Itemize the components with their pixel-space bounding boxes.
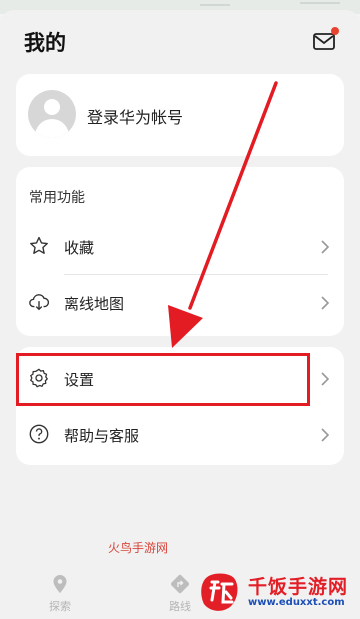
common-functions-card: 常用功能 收藏 离线地图 [16, 167, 344, 336]
offline-map-label: 离线地图 [64, 295, 125, 313]
star-icon [30, 236, 48, 254]
avatar [28, 90, 76, 138]
login-huawei-account[interactable]: 登录华为帐号 [87, 104, 183, 128]
divider [64, 274, 328, 275]
help-service-label: 帮助与客服 [64, 427, 140, 445]
section-title: 常用功能 [29, 190, 85, 206]
chevron-right-icon [321, 372, 330, 386]
help-service-item[interactable]: 帮助与客服 [16, 409, 344, 461]
chevron-right-icon [321, 240, 330, 254]
brand-logo-icon [201, 573, 238, 611]
brand-name: 千饭手游网 [248, 576, 349, 598]
brand-watermark: 千饭手游网 www.eduxxt.com [198, 566, 360, 619]
messages-button[interactable] [312, 27, 339, 52]
offline-map-item[interactable]: 离线地图 [16, 277, 344, 329]
cloud-download-icon [29, 294, 50, 311]
watermark-text: 火鸟手游网 [108, 541, 169, 555]
page-title: 我的 [24, 31, 66, 55]
chevron-right-icon [321, 296, 330, 310]
notification-dot [331, 27, 339, 35]
tab-explore[interactable]: 探索 [30, 568, 90, 619]
route-icon [171, 574, 189, 594]
profile-card[interactable]: 登录华为帐号 [16, 74, 344, 156]
chevron-right-icon [321, 428, 330, 442]
highlight-box [16, 353, 310, 406]
favorites-label: 收藏 [64, 239, 95, 257]
brand-url: www.eduxxt.com [248, 597, 345, 608]
location-pin-icon [53, 575, 67, 593]
favorites-item[interactable]: 收藏 [16, 221, 344, 273]
tab-label: 探索 [49, 600, 71, 613]
help-icon [29, 424, 49, 444]
